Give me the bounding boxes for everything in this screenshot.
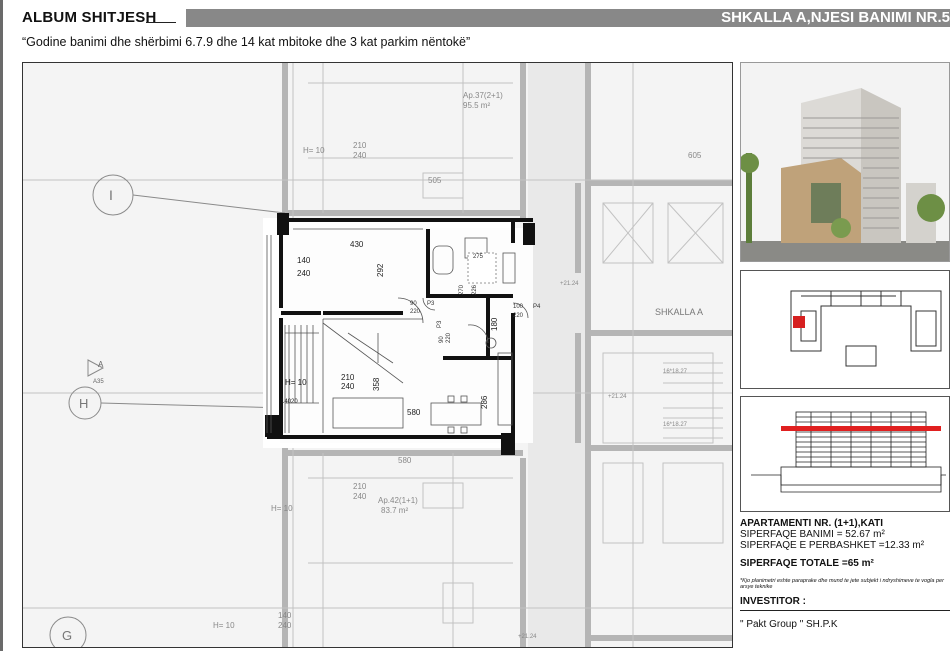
dim-210: 210 (341, 373, 355, 382)
album-title-rule (146, 22, 176, 23)
dim-top-505: 505 (428, 176, 442, 185)
level-c: +21.24 (518, 634, 537, 640)
key-plan-drawing (741, 271, 949, 388)
investor-label: INVESTITOR : (740, 596, 950, 611)
residential-area: SIPERFAQE BANIMI = 52.67 m² (740, 529, 885, 540)
floor-plan-drawing: I H G A A35 SHKALLA A Ap.37(2+1) 95.5 m²… (23, 63, 732, 647)
dim-292: 292 (376, 263, 385, 277)
dim-bottom-h10: H= 10 (213, 621, 235, 630)
unit-info-panel: APARTAMENTI NR. (1+1),KATI SIPERFAQE BAN… (740, 518, 950, 630)
project-subtitle: “Godine banimi dhe shërbimi 6.7.9 dhe 14… (22, 35, 471, 49)
investor-name: " Pakt Group " SH.P.K (740, 619, 838, 630)
dim-20: 20 (291, 399, 298, 405)
dim-358: 358 (372, 377, 381, 391)
grid-label-g: G (62, 628, 72, 643)
floor-plan: I H G A A35 SHKALLA A Ap.37(2+1) 95.5 m²… (22, 62, 733, 648)
building-render-image (741, 63, 949, 261)
stair-dim-b: 16*18.27 (663, 422, 688, 428)
door-90b: 90 (439, 336, 445, 343)
stair-dim-a: 16*18.27 (663, 369, 688, 375)
building-render (740, 62, 950, 262)
dim-140c: 140 (281, 399, 292, 405)
dim-top-240: 240 (353, 151, 367, 160)
dim-bottom-580: 580 (398, 456, 412, 465)
shared-area: SIPERFAQE E PERBASHKET =12.33 m² (740, 540, 925, 551)
dim-270: 270 (459, 284, 465, 295)
dim-h10: H= 10 (285, 378, 307, 387)
level-b: +21.24 (608, 394, 627, 400)
dim-top-210: 210 (353, 141, 367, 150)
dim-580: 580 (407, 408, 421, 417)
section-view (740, 396, 950, 512)
dim-286: 286 (480, 395, 489, 409)
grid-label-h: H (79, 396, 88, 411)
highlighted-unit (263, 213, 535, 455)
door-90: 90 (410, 301, 417, 307)
total-area: SIPERFAQE TOTALE =65 m² (740, 558, 874, 569)
dim-226: 226 (472, 284, 478, 295)
door-p4: P4 (533, 304, 541, 310)
dim-bottom-h10b: H= 10 (271, 504, 293, 513)
dim-top-605: 605 (688, 151, 702, 160)
door-220: 220 (410, 309, 421, 315)
apartment-bottom-name: Ap.42(1+1) (378, 496, 418, 505)
dim-top-h10: H= 10 (303, 146, 325, 155)
apartment-bottom-area: 83.7 m² (381, 506, 408, 515)
grid-label-i: I (109, 187, 113, 203)
section-drawing (741, 397, 949, 511)
key-plan (740, 270, 950, 389)
dim-240b: 240 (341, 382, 355, 391)
door-p3: P3 (427, 301, 435, 307)
apartment-top-name: Ap.37(2+1) (463, 91, 503, 100)
disclaimer-note: *Kjo planimetri eshte paraprake dhe mund… (740, 578, 944, 590)
dim-bottom-140: 140 (278, 611, 292, 620)
door-220b: 220 (513, 313, 524, 319)
section-title-bar: SHKALLA A,NJESI BANIMI NR.5 (186, 9, 950, 27)
dim-140: 140 (297, 256, 311, 265)
dim-430: 430 (350, 240, 364, 249)
door-p3b: P3 (437, 320, 443, 328)
level-a: +21.24 (560, 281, 579, 287)
dim-bottom-240: 240 (353, 492, 367, 501)
dim-180: 180 (490, 317, 499, 331)
apartment-top-area: 95.5 m² (463, 101, 490, 110)
dim-bottom-210: 210 (353, 482, 367, 491)
section-marker-bottom: A35 (93, 379, 104, 385)
door-100: 100 (513, 304, 524, 310)
door-220c: 220 (446, 332, 452, 343)
dim-240: 240 (297, 269, 311, 278)
section-marker-top: A (98, 360, 104, 369)
album-title: ALBUM SHITJESH (22, 9, 157, 26)
dim-bottom-240b: 240 (278, 621, 292, 630)
apartment-number-line: APARTAMENTI NR. (1+1),KATI (740, 518, 884, 529)
dim-275: 275 (473, 254, 484, 260)
stair-label: SHKALLA A (655, 307, 703, 317)
page-left-border (0, 0, 3, 651)
